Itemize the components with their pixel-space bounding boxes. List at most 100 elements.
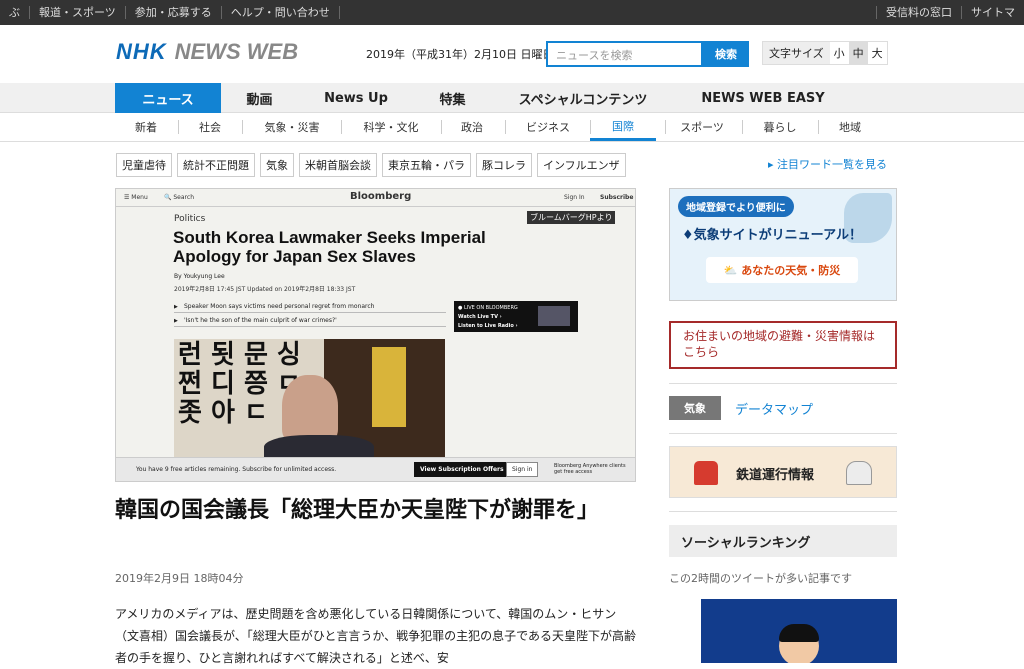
tag-influenza[interactable]: インフルエンザ — [537, 153, 626, 177]
subnav-living[interactable]: 暮らし — [752, 113, 808, 141]
search-button[interactable]: 検索 — [703, 41, 749, 67]
bloomberg-paywall: You have 9 free articles remaining. Subs… — [116, 457, 635, 481]
subnav-divider — [665, 120, 666, 134]
bloomberg-bullet: Speaker Moon says victims need personal … — [174, 301, 446, 313]
speaker-figure — [282, 375, 338, 443]
subnav-divider — [242, 120, 243, 134]
topbar-link-sports[interactable]: 報道・スポーツ — [30, 6, 126, 19]
search-input[interactable]: ニュースを検索 — [546, 41, 703, 67]
bloomberg-subscribe: Subscribe — [600, 194, 634, 201]
train-icon — [694, 461, 718, 485]
subnav-society[interactable]: 社会 — [188, 113, 232, 141]
banner-weather-button[interactable]: ⛅ あなたの天気・防災 — [706, 257, 858, 283]
subnav-business[interactable]: ビジネス — [515, 113, 581, 141]
shinkansen-icon — [846, 461, 872, 485]
tag-weather[interactable]: 気象 — [260, 153, 294, 177]
bloomberg-signin: Sign In — [564, 194, 585, 201]
subnav-divider — [742, 120, 743, 134]
subnav-international[interactable]: 国際 — [590, 113, 656, 141]
bloomberg-dateline: 2019年2月8日 17:45 JST Updated on 2019年2月8日… — [174, 286, 356, 293]
bloomberg-byline: By Youkyung Lee — [174, 273, 225, 280]
bloomberg-menu: ☰ Menu — [124, 194, 148, 201]
sidebar-divider — [669, 433, 897, 434]
current-date: 2019年（平成31年）2月10日 日曜日 — [366, 48, 554, 61]
font-size-selector: 文字サイズ 小 中 大 — [762, 41, 888, 65]
social-ranking-subtitle: この2時間のツイートが多い記事です — [669, 572, 852, 585]
font-size-small[interactable]: 小 — [830, 42, 849, 64]
topbar-link-fee[interactable]: 受信料の窓口 — [876, 6, 961, 19]
evacuation-info-link[interactable]: お住まいの地域の避難・災害情報はこちら — [669, 321, 897, 369]
bloomberg-header: ☰ Menu 🔍 Search Bloomberg Sign In Subscr… — [116, 189, 635, 207]
bloomberg-logo: Bloomberg — [350, 191, 412, 202]
subnav-divider — [441, 120, 442, 134]
bloomberg-bullet: 'Isn't he the son of the main culprit of… — [174, 315, 446, 327]
tag-statistics[interactable]: 統計不正問題 — [177, 153, 255, 177]
subnav-divider — [341, 120, 342, 134]
bloomberg-headline: South Korea Lawmaker Seeks Imperial Apol… — [173, 228, 486, 266]
subnav-divider — [818, 120, 819, 134]
datamap-link[interactable]: データマップ — [735, 399, 813, 418]
topbar-link-participate[interactable]: 参加・応募する — [126, 6, 222, 19]
banner-headline: ♦気象サイトがリニューアル！ — [682, 228, 863, 243]
subnav-sports[interactable]: スポーツ — [669, 113, 735, 141]
banner-pill: 地域登録でより便利に — [678, 196, 794, 217]
logo-nhk: NHK — [116, 39, 167, 64]
subnav-latest[interactable]: 新着 — [124, 113, 168, 141]
image-credit: ブルームバーグHPより — [527, 211, 616, 224]
weather-datamap: 気象 データマップ — [669, 396, 897, 420]
tag-swine-fever[interactable]: 豚コレラ — [476, 153, 532, 177]
hot-topic-tags: 児童虐待 統計不正問題 気象 米朝首脳会談 東京五輪・パラ 豚コレラ インフルエ… — [116, 153, 626, 177]
search-form: ニュースを検索 検索 — [546, 41, 749, 67]
subnav-weather[interactable]: 気象・災害 — [252, 113, 332, 141]
weather-badge: 気象 — [669, 396, 721, 420]
subnav-divider — [505, 120, 506, 134]
sidebar-divider — [669, 511, 897, 512]
sidebar-divider — [669, 383, 897, 384]
weather-renewal-banner[interactable]: 地域登録でより便利に ♦気象サイトがリニューアル！ ⛅ あなたの天気・防災 — [669, 188, 897, 301]
nav-news-up[interactable]: News Up — [312, 83, 400, 113]
all-tags-link[interactable]: ▸ 注目ワード一覧を見る — [768, 156, 887, 172]
nav-feature[interactable]: 特集 — [425, 83, 480, 113]
subnav-divider — [178, 120, 179, 134]
nhk-news-web-logo[interactable]: NHK NEWS WEB — [116, 39, 298, 65]
subnav-science[interactable]: 科学・文化 — [351, 113, 431, 141]
speaker-suit — [264, 435, 374, 458]
tag-olympics[interactable]: 東京五輪・パラ — [382, 153, 471, 177]
subnav-region[interactable]: 地域 — [828, 113, 872, 141]
live-thumbnail — [538, 306, 570, 326]
topbar-link-help[interactable]: ヘルプ・問い合わせ — [222, 6, 340, 19]
paywall-anywhere: Bloomberg Anywhere clients get free acce… — [554, 463, 626, 475]
social-ranking-thumbnail[interactable] — [701, 599, 897, 663]
social-ranking-header: ソーシャルランキング — [669, 525, 897, 557]
paywall-offer-button: View Subscription Offers — [414, 462, 510, 477]
person-hair — [779, 624, 819, 642]
topbar-link-sitemap[interactable]: サイトマ — [961, 6, 1024, 19]
live-radio: Listen to Live Radio › — [458, 323, 518, 329]
nav-video[interactable]: 動画 — [232, 83, 287, 113]
tag-child-abuse[interactable]: 児童虐待 — [116, 153, 172, 177]
subnav-politics[interactable]: 政治 — [450, 113, 494, 141]
font-size-label: 文字サイズ — [763, 42, 830, 64]
live-tv: Watch Live TV › — [458, 314, 502, 320]
main-nav: ニュース 動画 News Up 特集 スペシャルコンテンツ NEWS WEB E… — [0, 83, 1024, 113]
bloomberg-live-box: ● LIVE ON BLOOMBERG Watch Live TV › List… — [454, 301, 578, 332]
paywall-message: You have 9 free articles remaining. Subs… — [136, 466, 337, 473]
tag-us-nk-summit[interactable]: 米朝首脳会談 — [299, 153, 377, 177]
nav-easy[interactable]: NEWS WEB EASY — [690, 83, 836, 113]
nav-news[interactable]: ニュース — [115, 83, 221, 113]
speaker-photo: 런 됫 문 싱 쩐 디 쯩 ㅁ 좃 아 ㄷ — [174, 339, 445, 458]
article-date: 2019年2月9日 18時04分 — [115, 572, 244, 585]
logo-newsweb: NEWS WEB — [174, 39, 299, 64]
nav-special[interactable]: スペシャルコンテンツ — [506, 83, 660, 113]
live-label: ● LIVE ON BLOOMBERG — [458, 305, 518, 311]
top-utility-bar: ぶ 報道・スポーツ 参加・応募する ヘルプ・問い合わせ 受信料の窓口 サイトマ — [0, 0, 1024, 25]
rail-info-banner[interactable]: 鉄道運行情報 — [669, 446, 897, 498]
paywall-signin-button: Sign in — [506, 462, 539, 477]
font-size-large[interactable]: 大 — [868, 42, 887, 64]
bloomberg-search: 🔍 Search — [164, 194, 194, 201]
font-size-medium[interactable]: 中 — [848, 42, 868, 64]
rail-info-label: 鉄道運行情報 — [736, 468, 815, 483]
article-hero-image: ☰ Menu 🔍 Search Bloomberg Sign In Subscr… — [115, 188, 636, 482]
sub-nav: 新着 社会 気象・災害 科学・文化 政治 ビジネス 国際 スポーツ 暮らし 地域 — [0, 113, 1024, 142]
topbar-link-0[interactable]: ぶ — [0, 6, 30, 19]
